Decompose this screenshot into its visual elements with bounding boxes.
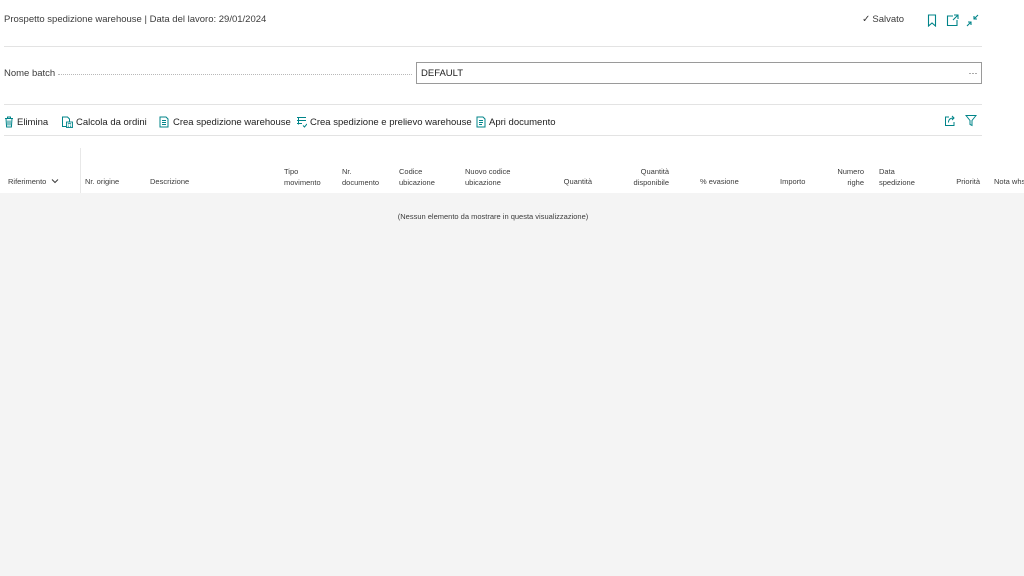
page-title: Prospetto spedizione warehouse | Data de… [4, 14, 267, 25]
movement-type-line1: Tipo [284, 167, 299, 176]
grid-body [0, 193, 1024, 576]
create-pick-icon [297, 117, 307, 128]
open-new-window-icon[interactable] [944, 12, 960, 28]
batch-name-field[interactable]: DEFAULT ··· [416, 62, 982, 84]
column-header-fulfillment[interactable]: % evasione [700, 176, 739, 187]
create-shipment-label: Crea spedizione warehouse [173, 116, 291, 128]
share-icon[interactable] [944, 114, 958, 128]
new-bin-code-line2: ubicazione [465, 178, 501, 187]
movement-type-line2: movimento [284, 178, 321, 187]
column-header-line-count[interactable]: Numero righe [830, 166, 864, 188]
document-no-line2: documento [342, 178, 380, 187]
column-header-origin-no[interactable]: Nr. origine [85, 176, 119, 187]
shipment-date-line1: Data [879, 167, 895, 176]
shipment-date-line2: spedizione [879, 178, 915, 187]
available-qty-line1: Quantità [640, 167, 669, 176]
reference-label: Riferimento [8, 177, 47, 186]
column-header-available-quantity[interactable]: Quantità disponibile [610, 166, 669, 188]
divider [4, 46, 982, 47]
calculate-document-icon [62, 116, 73, 128]
divider [4, 104, 982, 105]
calculate-from-orders-button[interactable]: Calcola da ordini [61, 114, 147, 130]
column-header-note[interactable]: Nota whs [994, 176, 1024, 187]
available-qty-line2: disponibile [633, 178, 669, 187]
open-document-label: Apri documento [489, 116, 556, 128]
create-document-icon [159, 116, 169, 128]
column-header-quantity[interactable]: Quantità [540, 176, 592, 187]
batch-name-label: Nome batch [4, 68, 56, 79]
empty-grid-message: (Nessun elemento da mostrare in questa v… [397, 212, 589, 221]
open-document-button[interactable]: Apri documento [476, 114, 556, 130]
field-leader-dots [58, 74, 412, 75]
filter-icon[interactable] [964, 114, 979, 128]
batch-name-value[interactable]: DEFAULT [417, 68, 965, 79]
divider [4, 135, 982, 136]
bookmark-icon[interactable] [924, 12, 940, 28]
check-icon: ✓ [862, 14, 871, 25]
create-shipment-and-pick-button[interactable]: Crea spedizione e prelievo warehouse [296, 114, 472, 130]
saved-label: Salvato [872, 14, 905, 25]
column-header-reference[interactable]: Riferimento [8, 176, 59, 187]
column-header-priority[interactable]: Priorità [940, 176, 980, 187]
lookup-button[interactable]: ··· [965, 68, 981, 78]
new-bin-code-line1: Nuovo codice [465, 167, 511, 176]
line-count-line1: Numero [837, 167, 864, 176]
collapse-icon[interactable] [964, 12, 980, 28]
document-no-line1: Nr. [342, 167, 352, 176]
trash-icon [5, 116, 13, 128]
column-header-movement-type[interactable]: Tipo movimento [284, 166, 321, 188]
column-header-amount[interactable]: Importo [780, 176, 805, 187]
chevron-down-icon [52, 179, 59, 184]
column-header-bin-code[interactable]: Codice ubicazione [399, 166, 435, 188]
bin-code-line1: Codice [399, 167, 423, 176]
create-shipment-pick-label: Crea spedizione e prelievo warehouse [310, 116, 472, 128]
column-divider [80, 148, 81, 193]
line-count-line2: righe [847, 178, 864, 187]
column-header-new-bin-code[interactable]: Nuovo codice ubicazione [465, 166, 510, 188]
column-header-document-no[interactable]: Nr. documento [342, 166, 379, 188]
delete-label: Elimina [17, 116, 49, 128]
document-icon [476, 116, 486, 128]
calculate-label: Calcola da ordini [76, 116, 147, 128]
column-header-shipment-date[interactable]: Data spedizione [879, 166, 915, 188]
column-header-description[interactable]: Descrizione [150, 176, 189, 187]
delete-button[interactable]: Elimina [4, 114, 48, 130]
saved-status: ✓ Salvato [862, 14, 904, 25]
bin-code-line2: ubicazione [399, 178, 435, 187]
create-shipment-button[interactable]: Crea spedizione warehouse [159, 114, 291, 130]
